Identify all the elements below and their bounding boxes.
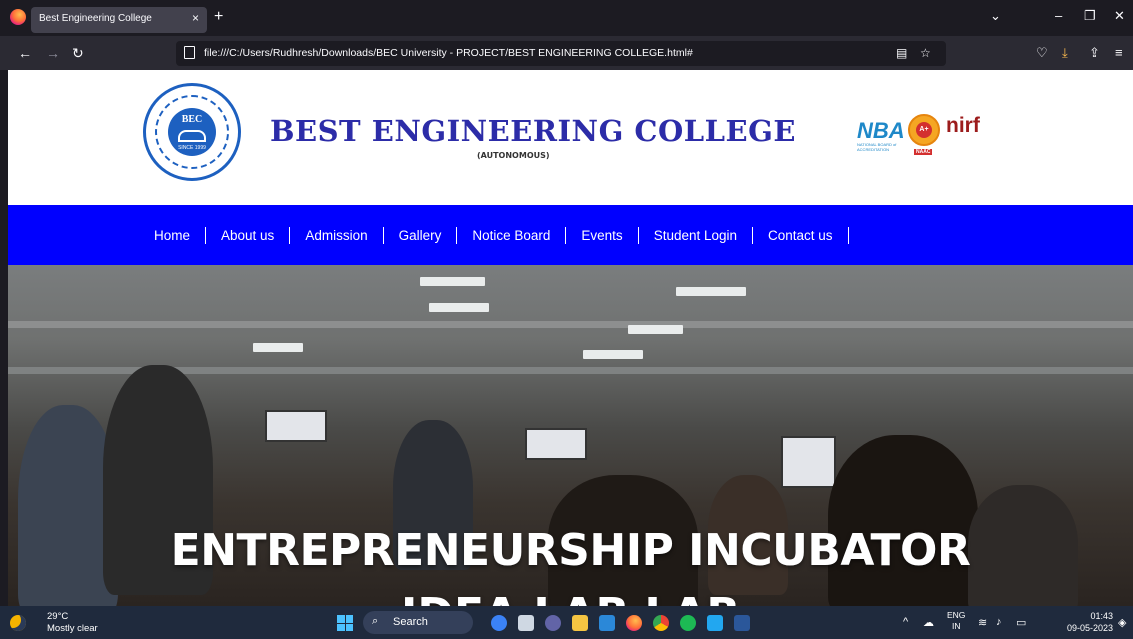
browser-tab-bar: Best Engineering College × + ⌄ – ❐ ✕ xyxy=(0,0,1133,36)
menu-item-about-us[interactable]: About us xyxy=(206,227,291,244)
onedrive-cloud-icon[interactable]: ☁ xyxy=(923,616,934,629)
college-subtitle: (AUTONOMOUS) xyxy=(477,151,550,160)
naac-label: NAAC xyxy=(914,149,933,155)
weather-temperature[interactable]: 29°C xyxy=(47,611,68,622)
menu-item-notice-board[interactable]: Notice Board xyxy=(457,227,567,244)
taskbar-search[interactable]: ⌕ Search xyxy=(363,611,473,634)
reader-view-icon[interactable]: ▤ xyxy=(896,46,907,60)
notifications-icon[interactable]: ◈ xyxy=(1118,616,1126,629)
main-menu: Home About us Admission Gallery Notice B… xyxy=(8,205,1133,265)
tab-title: Best Engineering College xyxy=(39,13,152,24)
back-icon[interactable]: ← xyxy=(18,45,32,61)
downloads-icon[interactable]: ⤓ xyxy=(1062,45,1068,61)
hero-title: ENTREPRENEURSHIP INCUBATOR xyxy=(170,525,971,576)
browser-nav-bar: ← → ↻ file:///C:/Users/Rudhresh/Download… xyxy=(0,36,1133,70)
forward-icon[interactable]: → xyxy=(46,45,60,61)
menu-item-gallery[interactable]: Gallery xyxy=(384,227,458,244)
firefox-logo-icon xyxy=(10,9,26,25)
copilot-app-icon[interactable] xyxy=(491,615,507,631)
ceiling-light xyxy=(429,303,489,312)
nba-logo: NBA xyxy=(857,118,905,143)
bookmark-star-icon[interactable]: ☆ xyxy=(920,46,931,60)
new-tab-button[interactable]: + xyxy=(214,8,223,26)
windows-taskbar: 29°C Mostly clear ⌕ Search ^ ☁ ENG IN ≋ … xyxy=(0,606,1133,639)
language-code: ENG xyxy=(947,610,966,620)
show-hidden-icons-chevron-icon[interactable]: ^ xyxy=(903,616,908,628)
region-code: IN xyxy=(951,621,961,631)
hero-banner: ENTREPRENEURSHIP INCUBATOR IDEA LAB LAB xyxy=(8,265,1133,606)
share-icon[interactable]: ⇪ xyxy=(1089,45,1100,61)
ceiling-light xyxy=(420,277,485,286)
seal-text: BEC xyxy=(181,114,203,125)
naac-badge-icon: A+ xyxy=(908,114,940,146)
wall-screen xyxy=(525,428,587,460)
nirf-logo: nirf xyxy=(946,114,980,137)
ceiling-beam xyxy=(8,321,1133,328)
wifi-icon[interactable]: ≋ xyxy=(978,616,987,629)
minimize-icon[interactable]: – xyxy=(1055,8,1062,23)
weather-description[interactable]: Mostly clear xyxy=(47,623,98,634)
wall-screen xyxy=(781,436,836,488)
menu-item-student-login[interactable]: Student Login xyxy=(639,227,754,244)
hero-title-second-line: IDEA LAB LAB xyxy=(8,589,1133,606)
microsoft-store-icon[interactable] xyxy=(599,615,615,631)
seal-core: BEC SINCE 1999 xyxy=(168,108,216,156)
ceiling-light xyxy=(253,343,303,352)
clock-time: 01:43 xyxy=(1090,611,1113,621)
nba-subtitle: NATIONAL BOARD of ACCREDITATION xyxy=(857,142,897,152)
pocket-icon[interactable]: ♡ xyxy=(1036,45,1048,61)
volume-icon[interactable]: ♪ xyxy=(996,616,1002,628)
chrome-app-icon[interactable] xyxy=(653,615,669,631)
clock[interactable]: 01:43 09-05-2023 xyxy=(1063,610,1113,634)
menu-icon[interactable]: ≡ xyxy=(1115,45,1123,60)
book-icon xyxy=(178,130,206,142)
windows-start-icon[interactable] xyxy=(337,615,353,631)
task-view-icon[interactable] xyxy=(518,615,534,631)
restore-icon[interactable]: ❐ xyxy=(1084,8,1096,24)
file-icon xyxy=(184,46,195,59)
ceiling-light xyxy=(583,350,643,359)
url-text[interactable]: file:///C:/Users/Rudhresh/Downloads/BEC … xyxy=(204,47,693,59)
close-window-icon[interactable]: ✕ xyxy=(1114,8,1125,24)
url-bar[interactable]: file:///C:/Users/Rudhresh/Downloads/BEC … xyxy=(176,41,946,66)
site-header: BEC SINCE 1999 BEST ENGINEERING COLLEGE … xyxy=(8,70,1133,205)
seal-since: SINCE 1999 xyxy=(178,145,206,151)
wall-screen xyxy=(265,410,327,442)
word-app-icon[interactable] xyxy=(734,615,750,631)
menu-items: Home About us Admission Gallery Notice B… xyxy=(139,227,849,244)
ceiling-light xyxy=(628,325,683,334)
firefox-app-icon[interactable] xyxy=(626,615,642,631)
vscode-app-icon[interactable] xyxy=(707,615,723,631)
search-icon: ⌕ xyxy=(372,615,379,627)
person-silhouette xyxy=(828,435,978,606)
browser-tab[interactable]: Best Engineering College × xyxy=(31,7,207,33)
college-title: BEST ENGINEERING COLLEGE xyxy=(270,114,797,148)
ceiling-light xyxy=(676,287,746,296)
menu-item-admission[interactable]: Admission xyxy=(290,227,384,244)
reload-icon[interactable]: ↻ xyxy=(72,45,84,62)
teams-chat-icon[interactable] xyxy=(545,615,561,631)
clock-date: 09-05-2023 xyxy=(1066,623,1113,633)
spotify-app-icon[interactable] xyxy=(680,615,696,631)
weather-moon-icon[interactable] xyxy=(10,615,26,631)
language-indicator[interactable]: ENG IN xyxy=(947,610,965,632)
file-explorer-icon[interactable] xyxy=(572,615,588,631)
web-page: BEC SINCE 1999 BEST ENGINEERING COLLEGE … xyxy=(8,70,1133,606)
battery-icon[interactable]: ▭ xyxy=(1016,616,1026,629)
menu-item-home[interactable]: Home xyxy=(139,227,207,244)
menu-item-events[interactable]: Events xyxy=(566,227,639,244)
menu-item-contact-us[interactable]: Contact us xyxy=(753,227,849,244)
college-seal-logo: BEC SINCE 1999 xyxy=(143,83,241,181)
naac-grade: A+ xyxy=(916,122,932,138)
search-label: Search xyxy=(393,616,428,628)
tab-close-icon[interactable]: × xyxy=(192,11,199,25)
list-tabs-icon[interactable]: ⌄ xyxy=(990,8,1001,24)
